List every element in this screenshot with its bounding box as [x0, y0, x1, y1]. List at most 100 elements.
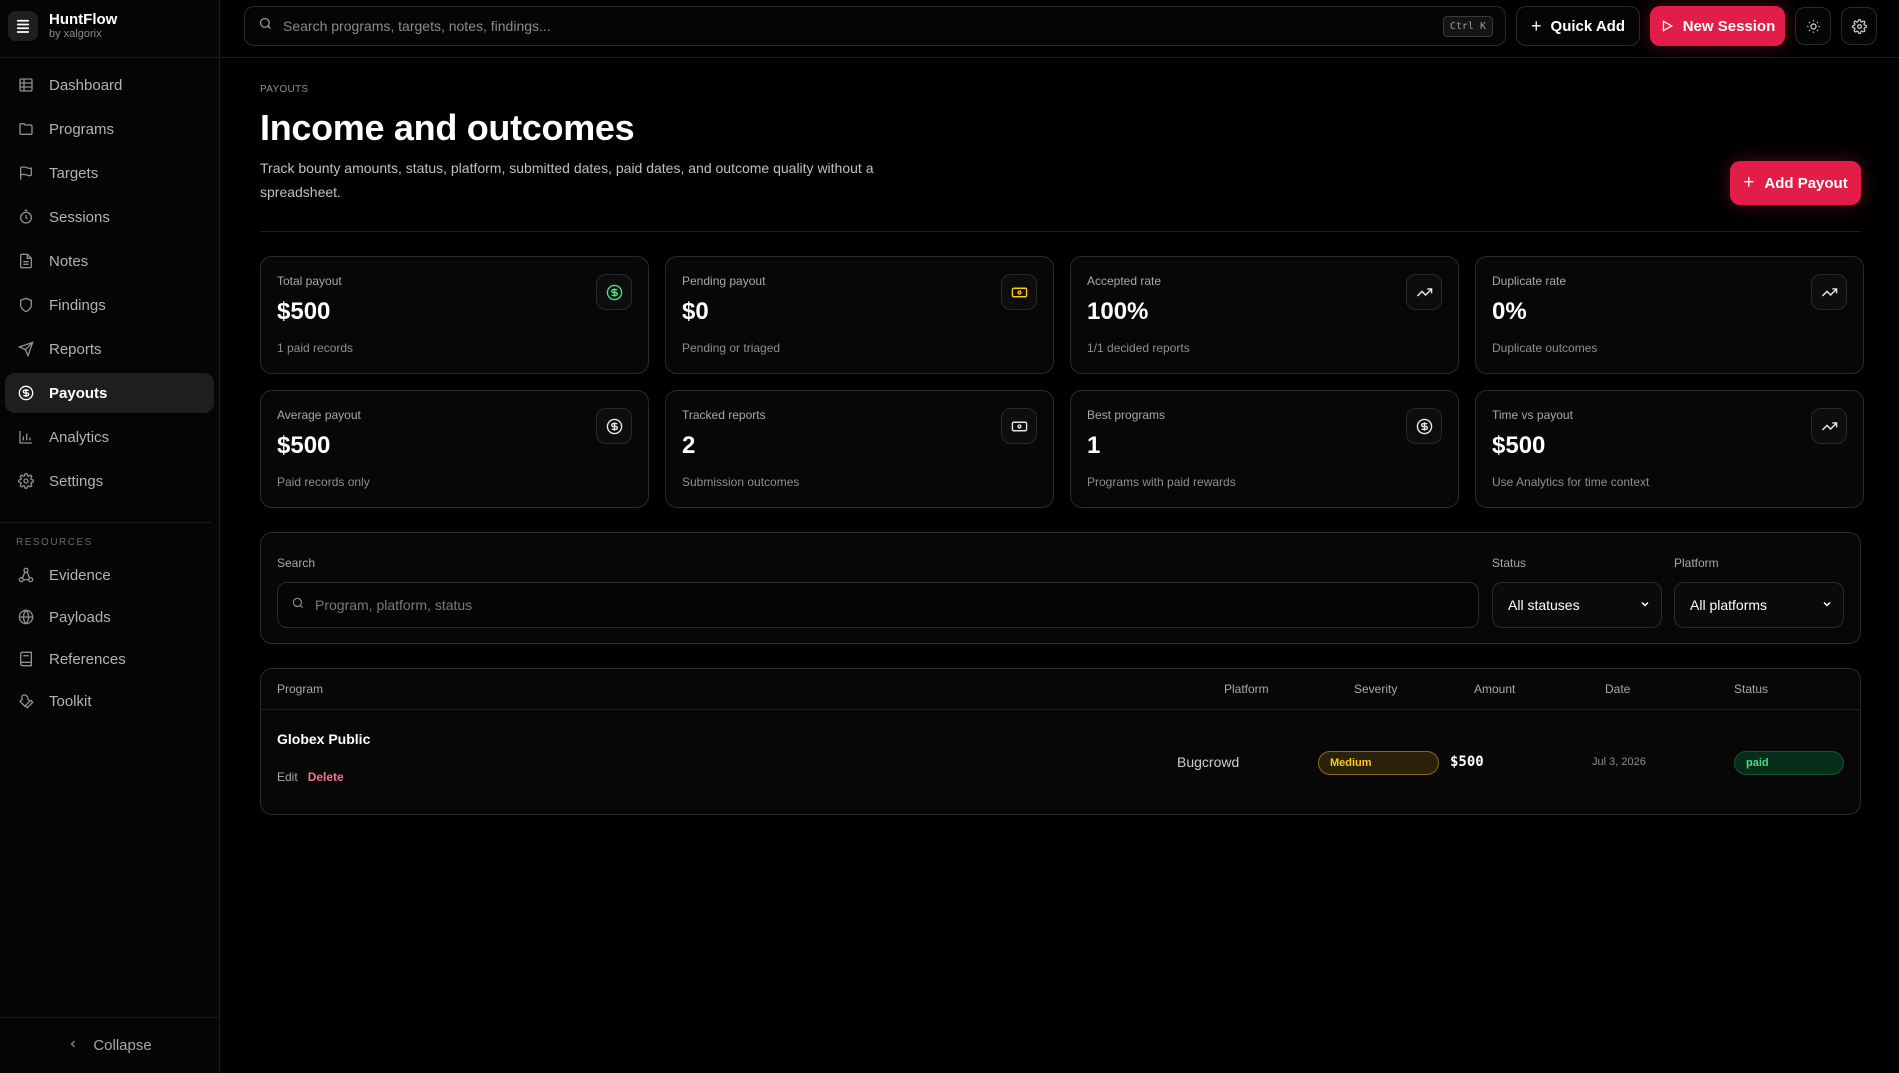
quick-add-label: Quick Add: [1550, 17, 1625, 35]
dollar-circle-icon: [596, 408, 632, 444]
banknote-icon: [1001, 274, 1037, 310]
trending-up-icon: [1811, 274, 1847, 310]
sidebar-item-targets[interactable]: Targets: [5, 153, 214, 193]
dollar-circle-icon: [17, 384, 35, 402]
brand-name: HuntFlow: [49, 11, 118, 29]
column-header-platform[interactable]: Platform: [1224, 682, 1269, 696]
sidebar-item-label: Notes: [49, 252, 89, 270]
sidebar-item-payouts[interactable]: Payouts: [5, 373, 214, 413]
stat-label: Accepted rate: [1087, 274, 1162, 288]
stat-label: Average payout: [277, 408, 361, 422]
search-placeholder: Search programs, targets, notes, finding…: [283, 18, 551, 34]
brand[interactable]: HuntFlow by xalgorix: [0, 0, 219, 52]
stat-subtitle: Use Analytics for time context: [1492, 475, 1650, 489]
stat-label: Tracked reports: [682, 408, 766, 422]
stat-label: Time vs payout: [1492, 408, 1573, 422]
sidebar-item-findings[interactable]: Findings: [5, 285, 214, 325]
sidebar-item-payloads[interactable]: Payloads: [5, 598, 214, 636]
sidebar-item-programs[interactable]: Programs: [5, 109, 214, 149]
payout-search-input[interactable]: Program, platform, status: [277, 582, 1479, 628]
sidebar-item-label: Sessions: [49, 208, 110, 226]
bar-chart-icon: [17, 428, 35, 446]
platform-cell: Bugcrowd: [1177, 754, 1240, 770]
status-select[interactable]: All statuses: [1492, 582, 1662, 628]
sidebar-item-analytics[interactable]: Analytics: [5, 417, 214, 457]
gear-icon: [1851, 18, 1867, 34]
stats-grid: Total payout $500 1 paid records Pending…: [260, 256, 1864, 508]
sidebar-item-label: Payouts: [49, 384, 108, 402]
sidebar-item-references[interactable]: References: [5, 640, 214, 678]
payouts-table: Program Platform Severity Amount Date St…: [260, 668, 1861, 815]
sidebar-item-label: Settings: [49, 472, 104, 490]
sidebar: HuntFlow by xalgorix Dashboard Programs …: [0, 0, 220, 1073]
table-row[interactable]: Globex Public Edit Delete Bugcrowd Medium…: [261, 710, 1860, 814]
new-session-button[interactable]: New Session: [1650, 6, 1785, 46]
timer-icon: [17, 208, 35, 226]
status-select-value: All statuses: [1508, 597, 1580, 613]
trending-up-icon: [1406, 274, 1442, 310]
stat-subtitle: 1/1 decided reports: [1087, 341, 1190, 355]
sidebar-item-toolkit[interactable]: Toolkit: [5, 682, 214, 720]
stat-value: $500: [1492, 432, 1546, 459]
stat-label: Total payout: [277, 274, 342, 288]
table-header: Program Platform Severity Amount Date St…: [261, 669, 1860, 710]
globe-icon: [17, 608, 35, 626]
stat-label: Duplicate rate: [1492, 274, 1567, 288]
dollar-circle-icon: [1406, 408, 1442, 444]
stat-card-accepted-rate: Accepted rate 100% 1/1 decided reports: [1070, 256, 1459, 374]
folder-icon: [17, 120, 35, 138]
stat-card-total-payout: Total payout $500 1 paid records: [260, 256, 649, 374]
column-header-status[interactable]: Status: [1734, 682, 1768, 696]
dollar-circle-icon: [596, 274, 632, 310]
sidebar-item-notes[interactable]: Notes: [5, 241, 214, 281]
chevron-left-icon: [67, 1037, 79, 1054]
stat-value: $500: [277, 298, 331, 325]
stat-value: 0%: [1492, 298, 1527, 325]
amount-cell: $500: [1450, 754, 1484, 770]
resources-nav: Evidence Payloads References Toolkit: [0, 548, 219, 720]
sidebar-item-settings[interactable]: Settings: [5, 461, 214, 501]
stat-card-duplicate-rate: Duplicate rate 0% Duplicate outcomes: [1475, 256, 1864, 374]
logo-icon: [8, 11, 38, 41]
edit-link[interactable]: Edit: [277, 770, 298, 784]
sidebar-item-reports[interactable]: Reports: [5, 329, 214, 369]
status-label: Status: [1492, 556, 1527, 570]
column-header-amount[interactable]: Amount: [1474, 682, 1515, 696]
sidebar-item-evidence[interactable]: Evidence: [5, 556, 214, 594]
delete-link[interactable]: Delete: [308, 770, 344, 784]
sidebar-item-label: Programs: [49, 120, 115, 138]
sidebar-item-sessions[interactable]: Sessions: [5, 197, 214, 237]
column-header-severity[interactable]: Severity: [1354, 682, 1397, 696]
stat-label: Pending payout: [682, 274, 766, 288]
stat-card-average-payout: Average payout $500 Paid records only: [260, 390, 649, 508]
search-placeholder: Program, platform, status: [315, 597, 473, 613]
stat-value: 1: [1087, 432, 1101, 459]
stat-subtitle: Submission outcomes: [682, 475, 800, 489]
sidebar-item-label: Findings: [49, 296, 106, 314]
add-payout-button[interactable]: + Add Payout: [1730, 161, 1861, 205]
topbar: Search programs, targets, notes, finding…: [221, 0, 1899, 58]
severity-badge: Medium: [1318, 751, 1439, 775]
column-header-date[interactable]: Date: [1605, 682, 1630, 696]
quick-add-button[interactable]: + Quick Add: [1516, 6, 1640, 46]
search-icon: [258, 16, 273, 36]
theme-toggle-button[interactable]: [1795, 7, 1831, 45]
trending-up-icon: [1811, 408, 1847, 444]
table-icon: [17, 76, 35, 94]
global-search-input[interactable]: Search programs, targets, notes, finding…: [244, 6, 1506, 46]
divider: [260, 231, 1861, 232]
sidebar-item-dashboard[interactable]: Dashboard: [5, 65, 214, 105]
sidebar-item-label: Dashboard: [49, 76, 123, 94]
platform-select[interactable]: All platforms: [1674, 582, 1844, 628]
sidebar-item-label: Toolkit: [49, 692, 92, 710]
stat-label: Best programs: [1087, 408, 1166, 422]
program-name[interactable]: Globex Public: [277, 731, 370, 747]
resources-heading: RESOURCES: [16, 537, 93, 548]
collapse-button[interactable]: Collapse: [0, 1017, 219, 1073]
settings-button[interactable]: [1841, 7, 1877, 45]
flag-icon: [17, 164, 35, 182]
column-header-program[interactable]: Program: [277, 682, 323, 696]
stat-card-pending-payout: Pending payout $0 Pending or triaged: [665, 256, 1054, 374]
platform-select-value: All platforms: [1690, 597, 1768, 613]
gear-icon: [17, 472, 35, 490]
